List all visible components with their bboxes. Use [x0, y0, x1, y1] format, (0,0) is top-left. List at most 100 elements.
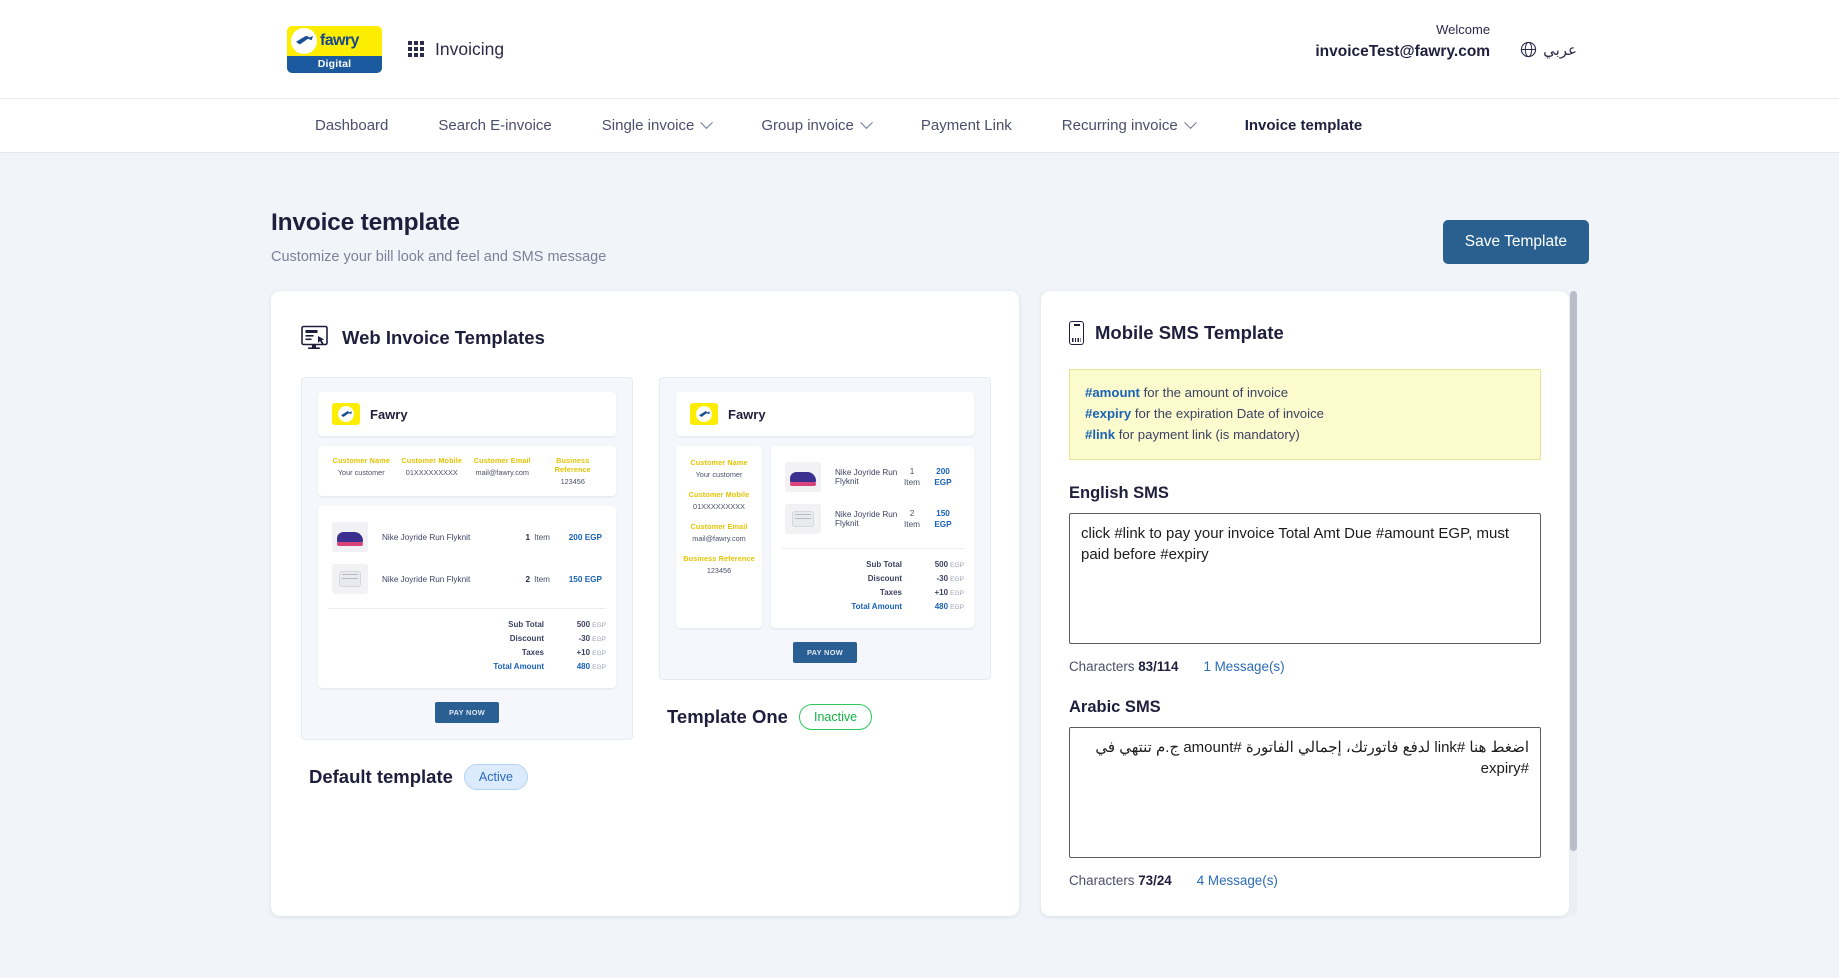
total-currency: EGP — [950, 562, 964, 569]
field-label: Customer Name — [332, 456, 390, 465]
nav-item-recurring-invoice[interactable]: Recurring invoice — [1037, 116, 1220, 134]
invoice-item-row: Nike Joyride Run Flyknit 1 Item 200 EGP — [328, 516, 606, 558]
page-title-block: Invoice template Customize your bill loo… — [271, 209, 606, 265]
chevron-down-icon — [860, 116, 873, 130]
fawry-arrow-icon — [696, 406, 712, 422]
total-value: -30 EGP — [912, 574, 965, 583]
total-row: Taxes +10 EGP — [781, 588, 964, 597]
sms-panel-scrollbar[interactable] — [1570, 291, 1577, 916]
nav-item-invoice-template[interactable]: Invoice template — [1220, 117, 1388, 134]
nav-label: Dashboard — [315, 117, 389, 134]
item-qty: 1 Item — [506, 532, 551, 542]
total-label: Discount — [509, 634, 544, 643]
template-default[interactable]: Fawry Customer Name Your customer Custom… — [301, 377, 633, 790]
template-one-preview[interactable]: Fawry Customer Name Your customer Custom… — [659, 377, 991, 680]
item-qty-value: 1 — [909, 466, 915, 476]
template-default-caption: Default template Active — [301, 764, 633, 790]
web-invoice-templates-card: Web Invoice Templates Fawry Customer Nam… — [271, 291, 1019, 916]
arabic-sms-input[interactable] — [1069, 726, 1541, 858]
nav-item-payment-link[interactable]: Payment Link — [896, 117, 1037, 134]
invoice-brand-name: Fawry — [370, 406, 408, 422]
total-amount: 500 — [576, 620, 591, 629]
grid-apps-icon[interactable] — [408, 41, 424, 57]
characters-label: Characters — [1069, 872, 1135, 888]
sms-card-title: Mobile SMS Template — [1095, 322, 1284, 343]
english-sms-input[interactable] — [1069, 512, 1541, 644]
mobile-sms-template-card: Mobile SMS Template #amount for the amou… — [1041, 291, 1577, 916]
template-one[interactable]: Fawry Customer Name Your customer Custom… — [659, 377, 991, 790]
product-thumbnail — [332, 522, 368, 552]
arabic-sms-label: Arabic SMS — [1069, 697, 1161, 716]
customer-field: Customer Email mail@fawry.com — [467, 456, 538, 486]
fawry-digital-logo[interactable]: fawry Digital — [287, 25, 382, 73]
pay-now-button[interactable]: PAY NOW — [434, 702, 500, 723]
invoice-items-card: Nike Joyride Run Flyknit 1 Item 200 EGP Ni… — [771, 446, 974, 628]
sms-card-header: Mobile SMS Template — [1069, 321, 1541, 345]
save-template-button[interactable]: Save Template — [1442, 220, 1589, 264]
placeholder-hints: #amount for the amount of invoice #expir… — [1069, 369, 1541, 460]
scrollbar-thumb[interactable] — [1570, 291, 1577, 851]
item-qty: 1 Item — [898, 466, 926, 488]
status-badge[interactable]: Inactive — [798, 704, 873, 730]
nav-item-single-invoice[interactable]: Single invoice — [577, 116, 737, 134]
template-one-caption: Template One Inactive — [659, 704, 991, 730]
status-badge[interactable]: Active — [463, 764, 528, 790]
nav-item-group-invoice[interactable]: Group invoice — [736, 116, 896, 134]
pay-now-button[interactable]: PAY NOW — [792, 642, 858, 663]
total-currency: EGP — [950, 590, 964, 597]
field-label: Customer Email — [690, 522, 748, 531]
characters-count: 73/24 — [1138, 872, 1172, 888]
monitor-icon — [301, 325, 328, 349]
total-amount: +10 — [934, 588, 949, 597]
template-name: Default template — [309, 766, 453, 787]
field-label: Business Reference — [683, 554, 755, 563]
page-subtitle: Customize your bill look and feel and SM… — [271, 249, 607, 265]
template-default-preview[interactable]: Fawry Customer Name Your customer Custom… — [301, 377, 633, 740]
invoice-item-row: Nike Joyride Run Flyknit 2 Item 150 EGP — [781, 498, 964, 540]
logo-mark: fawry — [287, 26, 382, 56]
item-price: 200 EGP — [550, 533, 602, 542]
customer-field: Customer Mobile 01XXXXXXXXX — [397, 456, 468, 486]
user-email[interactable]: invoiceTest@fawry.com — [1315, 40, 1490, 63]
item-currency: EGP — [934, 478, 952, 487]
total-value: -30 EGP — [554, 634, 607, 643]
nav-item-search-e-invoice[interactable]: Search E-invoice — [413, 117, 576, 134]
item-price: 150 EGP — [550, 575, 602, 584]
fawry-arrow-icon — [291, 27, 317, 54]
hint-row: #amount for the amount of invoice — [1085, 383, 1525, 404]
total-row-grand: Total Amount 480 EGP — [781, 602, 964, 611]
hint-text: for the amount of invoice — [1143, 385, 1289, 400]
welcome-label: Welcome — [1436, 22, 1491, 37]
sock-icon — [792, 511, 814, 527]
total-label: Total Amount — [493, 662, 544, 671]
item-unit: Item — [904, 520, 920, 529]
total-amount: -30 — [578, 634, 591, 643]
item-qty: 2 Item — [898, 508, 926, 530]
top-bar: fawry Digital Invoicing Welcome invoiceT… — [0, 0, 1839, 98]
characters-label: Characters — [1069, 658, 1135, 674]
hint-row: #link for payment link (is mandatory) — [1085, 425, 1525, 446]
language-switcher[interactable]: عربي — [1520, 41, 1577, 63]
hint-token: #link — [1085, 426, 1116, 442]
customer-field: Business Reference 123456 — [538, 456, 609, 486]
chevron-down-icon — [1183, 116, 1197, 130]
field-label: Customer Email — [473, 456, 531, 465]
nav-item-dashboard[interactable]: Dashboard — [290, 117, 413, 134]
hint-row: #expiry for the expiration Date of invoi… — [1085, 404, 1525, 425]
chevron-down-icon — [700, 116, 714, 130]
template-name: Template One — [667, 706, 788, 727]
customer-field: Business Reference 123456 — [682, 554, 756, 575]
nav-label: Payment Link — [920, 117, 1012, 134]
logo-wordmark: fawry — [320, 31, 359, 49]
item-price-value: 150 — [568, 574, 583, 584]
nav-label: Recurring invoice — [1061, 117, 1178, 134]
total-value: 500 EGP — [912, 560, 964, 569]
preview-body: Fawry Customer Name Your customer Custom… — [302, 378, 632, 739]
pay-now-zone: PAY NOW — [318, 688, 616, 739]
item-currency: EGP — [584, 532, 602, 542]
item-qty-value: 1 — [525, 532, 531, 542]
fawry-logo-small — [690, 403, 718, 425]
language-label: عربي — [1543, 41, 1577, 59]
hint-token: #amount — [1085, 385, 1140, 400]
field-value: 01XXXXXXXXX — [693, 502, 745, 511]
